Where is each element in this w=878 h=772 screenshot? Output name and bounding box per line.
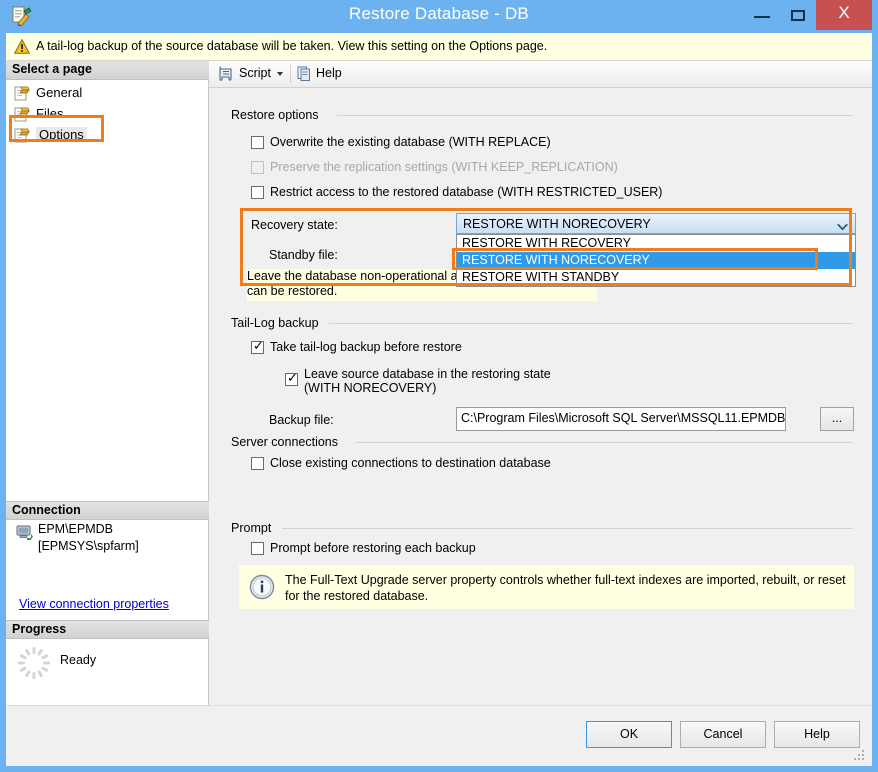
warning-text: A tail-log backup of the source database… [36, 39, 548, 53]
recovery-state-label: Recovery state: [251, 218, 338, 232]
backup-file-label: Backup file: [269, 413, 334, 427]
warning-bar: A tail-log backup of the source database… [6, 33, 872, 61]
maximize-button[interactable] [780, 0, 816, 30]
warning-triangle-icon [13, 38, 31, 54]
preserve-replication-settings-label: Preserve the replication settings (WITH … [270, 160, 618, 174]
server-connections-group-title: Server connections [231, 435, 344, 449]
view-connection-properties-link[interactable]: View connection properties [19, 597, 169, 611]
connection-user: [EPMSYS\spfarm] [38, 539, 139, 553]
toolbar-separator [290, 65, 291, 83]
restore-database-dialog: Restore Database - DB X A tail-log backu… [0, 0, 878, 772]
recovery-state-dropdown-list[interactable]: RESTORE WITH RECOVERY RESTORE WITH NOREC… [456, 234, 856, 287]
restore-options-divider [337, 115, 853, 116]
connection-server: EPM\EPMDB [38, 522, 114, 536]
check-mark-icon: ✓ [287, 371, 298, 386]
cancel-button[interactable]: Cancel [680, 721, 766, 748]
check-mark-icon: ✓ [253, 339, 264, 354]
backup-file-browse-button[interactable]: ... [820, 407, 854, 431]
dialog-footer: OK Cancel Help [6, 705, 872, 766]
restrict-access-label: Restrict access to the restored database… [270, 185, 663, 199]
maximize-icon [791, 10, 805, 21]
progress-status: Ready [60, 653, 97, 667]
script-label: Script [239, 66, 271, 80]
chevron-down-icon [837, 220, 848, 231]
help-label: Help [316, 66, 342, 80]
prompt-divider [282, 528, 853, 529]
take-tail-log-backup-label: Take tail-log backup before restore [270, 340, 462, 354]
help-icon [296, 65, 313, 82]
restrict-access-checkbox[interactable] [251, 186, 264, 199]
progress-info: Ready [6, 639, 209, 699]
script-icon [218, 65, 235, 82]
full-text-upgrade-info-text: The Full-Text Upgrade server property co… [285, 573, 846, 603]
help-button[interactable]: Help [774, 721, 860, 748]
full-text-upgrade-info-box: The Full-Text Upgrade server property co… [239, 565, 854, 609]
overwrite-existing-database-checkbox[interactable] [251, 136, 264, 149]
prompt-group-title: Prompt [231, 521, 277, 535]
page-toolbar: Script Help [209, 61, 872, 88]
prompt-before-restoring-checkbox[interactable] [251, 542, 264, 555]
server-connection-icon [16, 525, 34, 541]
take-tail-log-backup-checkbox[interactable]: ✓ [251, 339, 264, 354]
sidebar-item-label: Options [36, 127, 87, 142]
select-page-header: Select a page [6, 61, 209, 80]
close-icon: X [838, 3, 850, 22]
dropdown-option-restore-with-norecovery[interactable]: RESTORE WITH NORECOVERY [457, 252, 855, 269]
sidebar-item-label: Files [36, 106, 64, 121]
server-connections-divider [355, 442, 853, 443]
connection-header: Connection [6, 501, 209, 520]
backup-file-value: C:\Program Files\Microsoft SQL Server\MS… [461, 411, 786, 425]
title-bar: Restore Database - DB X [0, 0, 878, 32]
ok-button[interactable]: OK [586, 721, 672, 748]
recovery-state-combobox[interactable]: RESTORE WITH NORECOVERY [456, 213, 856, 234]
preserve-replication-settings-checkbox [251, 161, 264, 174]
close-existing-connections-checkbox[interactable] [251, 457, 264, 470]
leave-source-restoring-label-line2: (WITH NORECOVERY) [304, 381, 437, 395]
page-icon [14, 86, 30, 101]
standby-file-label: Standby file: [269, 248, 338, 262]
chevron-down-icon[interactable] [273, 64, 287, 82]
leave-source-restoring-checkbox[interactable]: ✓ [285, 371, 298, 386]
page-icon [14, 128, 30, 143]
spinner-icon [16, 645, 52, 681]
minimize-button[interactable] [744, 0, 780, 30]
close-existing-connections-label: Close existing connections to destinatio… [270, 456, 551, 470]
dialog-client-area: Select a page General Files Options Conn… [6, 61, 872, 766]
prompt-before-restoring-label: Prompt before restoring each backup [270, 541, 476, 555]
overwrite-existing-database-label: Overwrite the existing database (WITH RE… [270, 135, 551, 149]
recovery-state-value: RESTORE WITH NORECOVERY [463, 217, 651, 231]
tail-log-group-title: Tail-Log backup [231, 316, 324, 330]
dropdown-option-restore-with-recovery[interactable]: RESTORE WITH RECOVERY [457, 235, 855, 252]
tail-log-divider [329, 323, 853, 324]
backup-file-input[interactable]: C:\Program Files\Microsoft SQL Server\MS… [456, 407, 786, 431]
progress-header: Progress [6, 620, 209, 639]
resize-grip-icon[interactable] [854, 750, 866, 762]
sidebar-item-label: General [36, 85, 83, 100]
dropdown-option-restore-with-standby[interactable]: RESTORE WITH STANDBY [457, 269, 855, 286]
minimize-icon [754, 16, 770, 18]
leave-source-restoring-label-line1: Leave source database in the restoring s… [304, 367, 551, 381]
options-page-pane: Script Help Restore options Overwrite th… [209, 61, 872, 705]
close-button[interactable]: X [816, 0, 872, 30]
restore-options-group-title: Restore options [231, 108, 324, 122]
left-navigation-pane: Select a page General Files Options Conn… [6, 61, 209, 705]
page-icon [14, 107, 30, 122]
info-icon [249, 574, 275, 600]
